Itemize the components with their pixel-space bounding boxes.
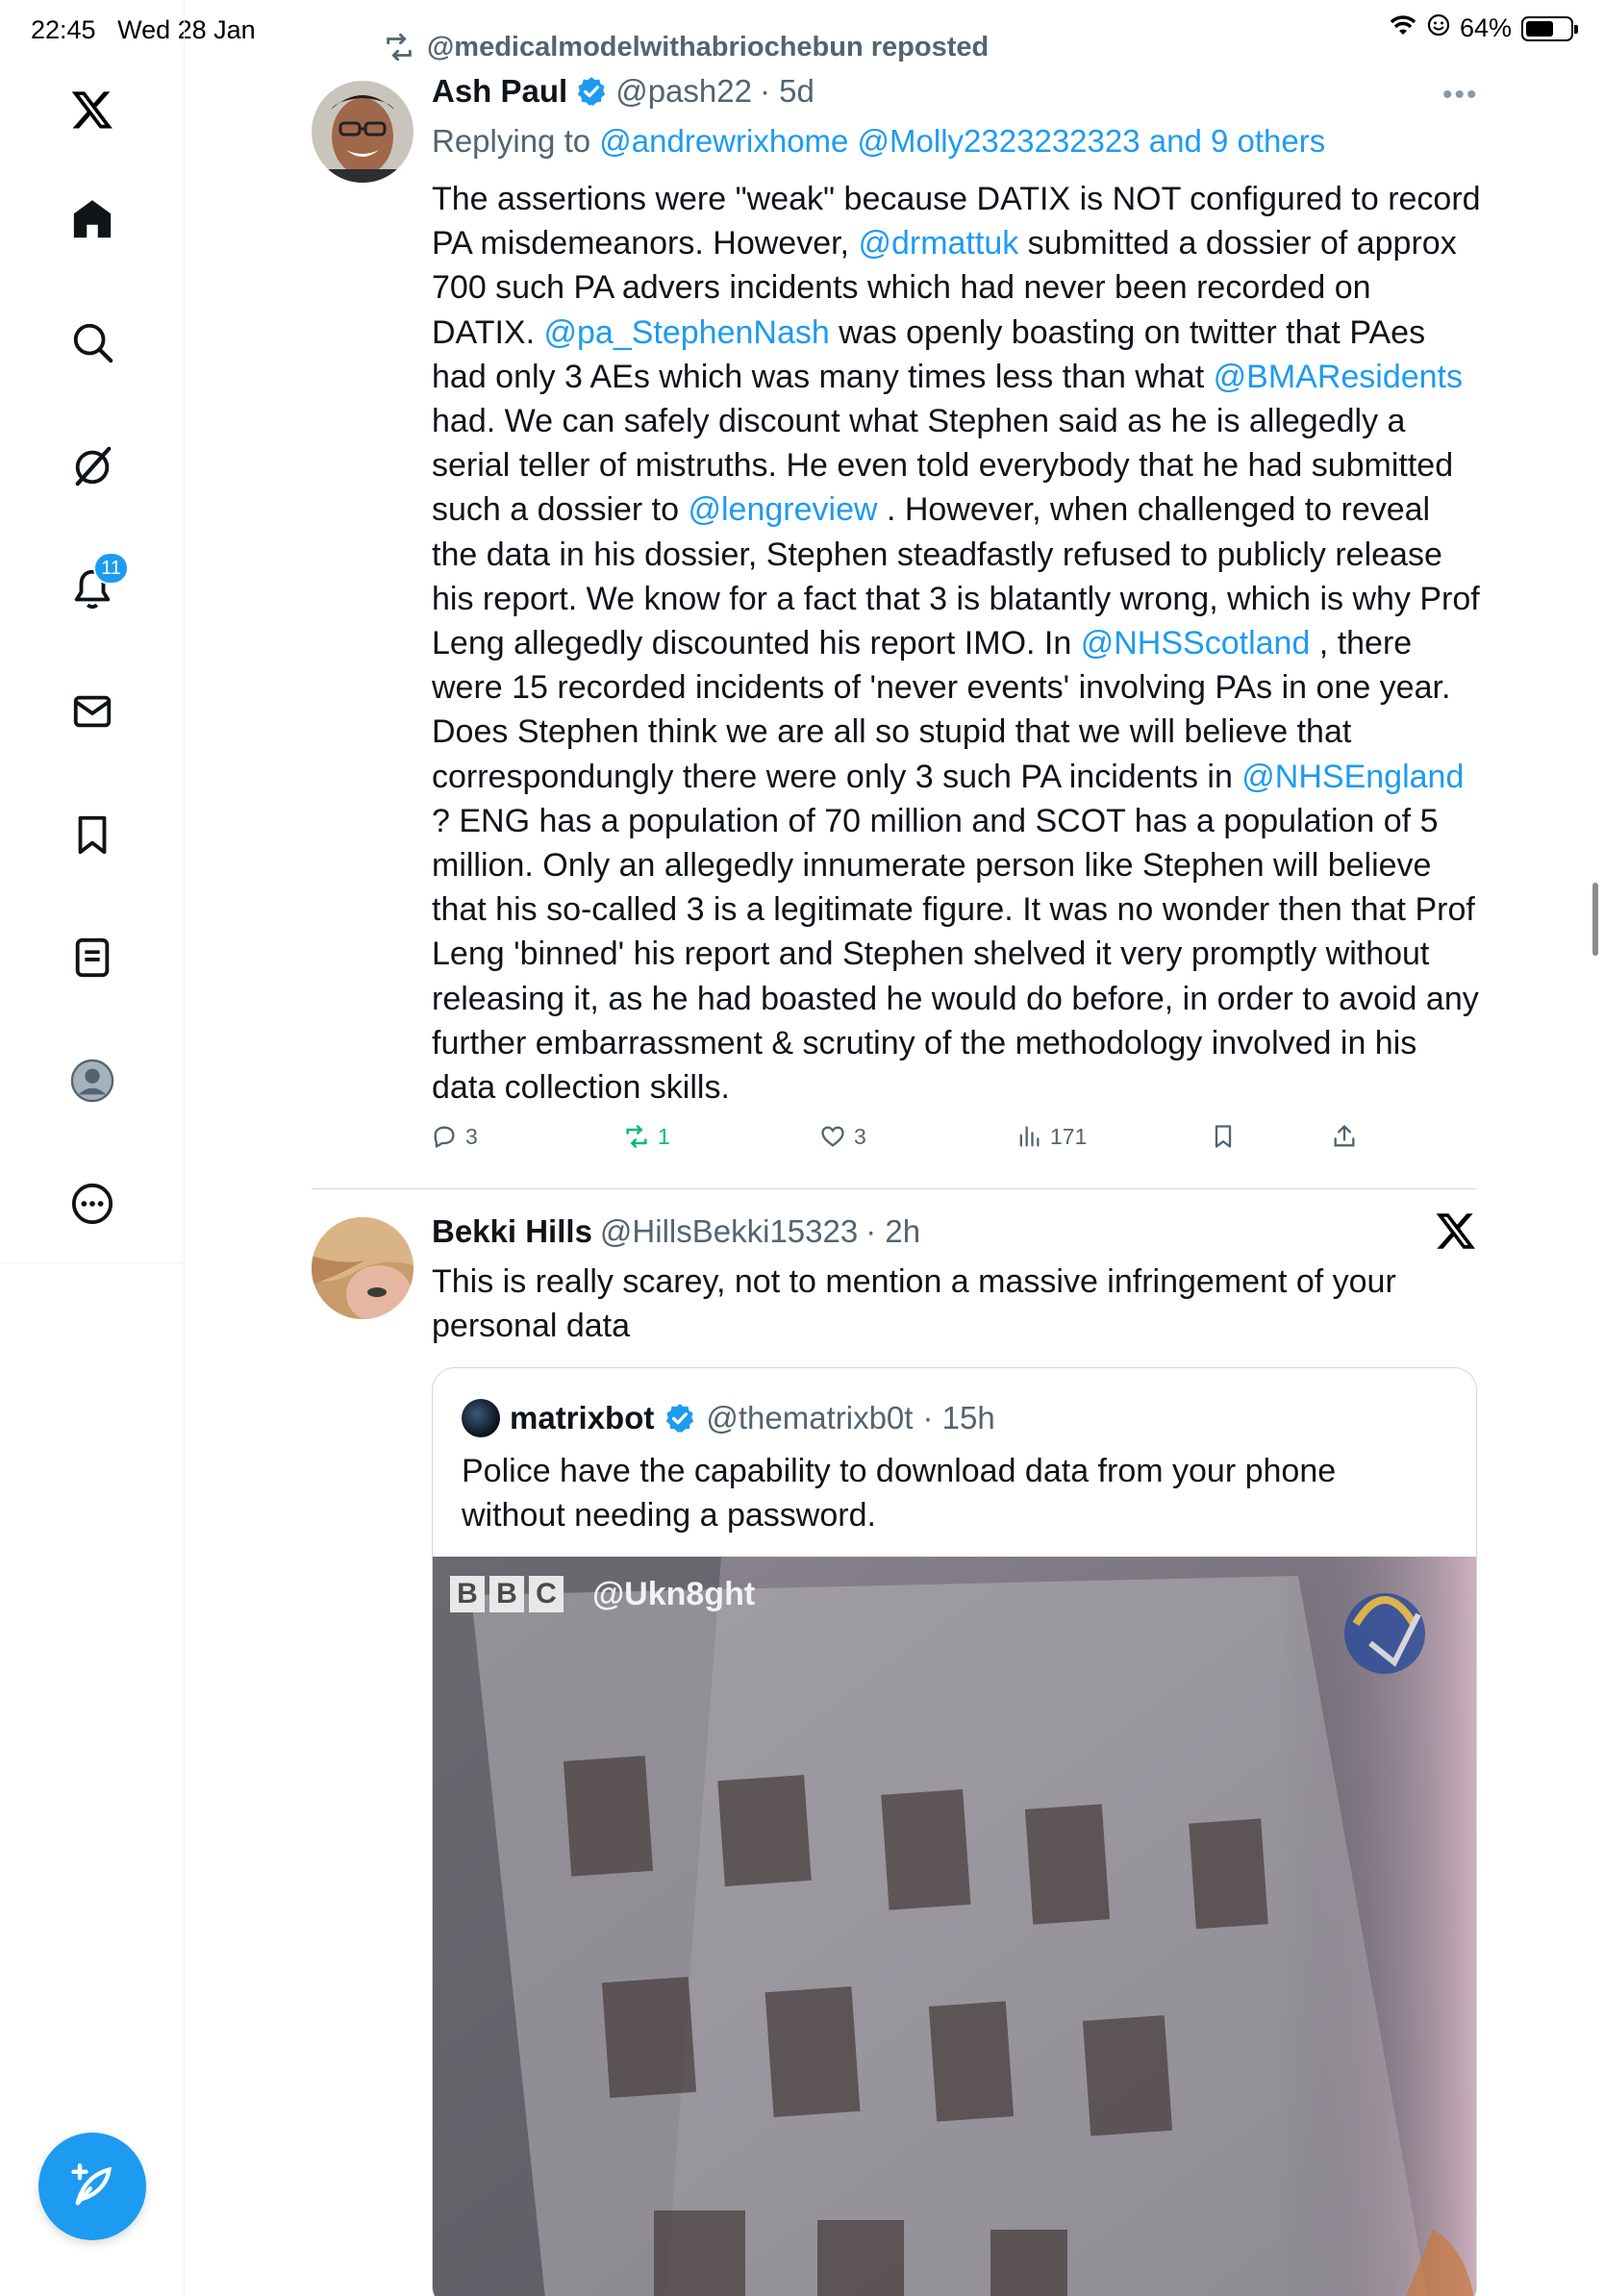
tweet1-actions: 3 1 3 171	[431, 1123, 1355, 1161]
tweet2-body: This is really scarey, not to mention a …	[432, 1263, 1396, 1345]
bookmark-icon	[1215, 1125, 1232, 1148]
views-icon	[1019, 1126, 1040, 1147]
reply-button[interactable]: 3	[431, 1123, 478, 1150]
mention-link[interactable]: @drmattuk	[858, 225, 1018, 262]
repost-icon	[387, 33, 412, 62]
repost-count: 1	[658, 1123, 670, 1149]
battery-fill	[1526, 20, 1554, 37]
focus-icon	[1427, 13, 1450, 43]
avatar-bekki-hills[interactable]	[312, 1217, 414, 1319]
notifications-icon[interactable]: 11	[62, 552, 129, 619]
quote-author-name[interactable]: matrixbot	[510, 1400, 654, 1436]
quote-video[interactable]: B B C @Ukn8ght	[433, 1557, 1476, 2296]
quote-header: matrixbot @thematrixb0t · 15h	[462, 1399, 995, 1437]
body-text: ? ENG has a population of 70 million and…	[432, 802, 1479, 1107]
verified-badge-icon	[664, 1402, 696, 1435]
lists-icon[interactable]	[62, 927, 123, 988]
more-icon[interactable]	[62, 1173, 123, 1235]
reply-icon	[434, 1126, 455, 1148]
bookmarks-icon[interactable]	[62, 804, 123, 865]
bbc-logo-letter: C	[529, 1576, 564, 1612]
quote-body: Police have the capability to download d…	[462, 1453, 1337, 1535]
x-logo-icon[interactable]	[62, 79, 123, 140]
x-logo-icon[interactable]	[1435, 1210, 1477, 1252]
reply-count: 3	[465, 1123, 478, 1149]
more-options-icon[interactable]: •••	[1442, 79, 1479, 112]
like-button[interactable]: 3	[819, 1123, 866, 1150]
video-thumbnail	[433, 1557, 1476, 2296]
compose-icon	[71, 2163, 112, 2206]
reply-targets[interactable]: @andrewrixhome @Molly2323232323 and 9 ot…	[599, 123, 1325, 159]
grok-icon[interactable]	[62, 435, 123, 496]
wifi-icon	[1389, 13, 1417, 43]
author-name[interactable]: Ash Paul	[432, 73, 567, 110]
mention-link[interactable]: @NHSScotland	[1081, 625, 1311, 661]
profile-icon[interactable]	[62, 1050, 123, 1111]
bbc-logo: B B C	[450, 1576, 564, 1612]
sidebar: 11	[0, 0, 185, 2296]
repost-indicator: @medicalmodelwithabriochebun reposted	[383, 31, 989, 63]
home-icon[interactable]	[62, 188, 123, 250]
author-name[interactable]: Bekki Hills	[432, 1213, 592, 1250]
bbc-logo-letter: B	[450, 1576, 485, 1612]
quote-author-handle[interactable]: @thematrixb0t	[706, 1400, 913, 1436]
reply-prefix: Replying to	[432, 123, 591, 159]
messages-icon[interactable]	[62, 681, 123, 742]
share-button[interactable]	[1331, 1123, 1358, 1150]
replying-to: Replying to @andrewrixhome @Molly2323232…	[432, 123, 1325, 160]
verified-badge-icon	[575, 75, 608, 108]
bbc-logo-letter: B	[489, 1576, 524, 1612]
tweet-separator	[312, 1188, 1477, 1189]
repost-text[interactable]: @medicalmodelwithabriochebun reposted	[427, 32, 989, 63]
tweet1-header: Ash Paul @pash22 · 5d	[432, 73, 815, 110]
mention-link[interactable]: @BMAResidents	[1214, 359, 1463, 395]
share-icon	[1334, 1125, 1355, 1147]
sidebar-divider	[0, 1262, 185, 1263]
repost-icon	[626, 1125, 647, 1148]
notifications-badge: 11	[93, 552, 129, 585]
heart-icon	[821, 1126, 844, 1147]
tweet-time[interactable]: · 5d	[760, 73, 815, 110]
tweet2-header: Bekki Hills @HillsBekki15323 · 2h	[432, 1213, 920, 1250]
views-count: 171	[1050, 1123, 1088, 1149]
bookmark-button[interactable]	[1210, 1123, 1237, 1150]
status-bar-right: 64%	[1389, 13, 1578, 43]
battery-icon	[1521, 15, 1578, 41]
quote-time[interactable]: · 15h	[922, 1400, 994, 1436]
views-button[interactable]: 171	[1015, 1123, 1087, 1150]
quote-tweet-card[interactable]: matrixbot @thematrixb0t · 15h Police hav…	[432, 1367, 1477, 2296]
author-handle[interactable]: @pash22	[615, 73, 752, 110]
tweet-time[interactable]: · 2h	[865, 1213, 920, 1250]
video-watermark-handle: @Ukn8ght	[592, 1576, 756, 1612]
battery-percent: 64%	[1459, 13, 1512, 42]
repost-button[interactable]: 1	[623, 1123, 670, 1150]
mention-link[interactable]: @lengreview	[688, 491, 877, 528]
author-handle[interactable]: @HillsBekki15323	[600, 1213, 858, 1250]
search-icon[interactable]	[62, 312, 123, 373]
avatar-ash-paul[interactable]	[312, 81, 414, 183]
mention-link[interactable]: @NHSEngland	[1241, 759, 1464, 795]
tweet1-body: The assertions were "weak" because DATIX…	[432, 177, 1482, 1110]
compose-button[interactable]	[38, 2133, 146, 2240]
avatar-matrixbot[interactable]	[462, 1399, 500, 1437]
like-count: 3	[854, 1123, 866, 1149]
mention-link[interactable]: @pa_StephenNash	[544, 314, 830, 351]
scrollbar[interactable]	[1592, 883, 1598, 956]
